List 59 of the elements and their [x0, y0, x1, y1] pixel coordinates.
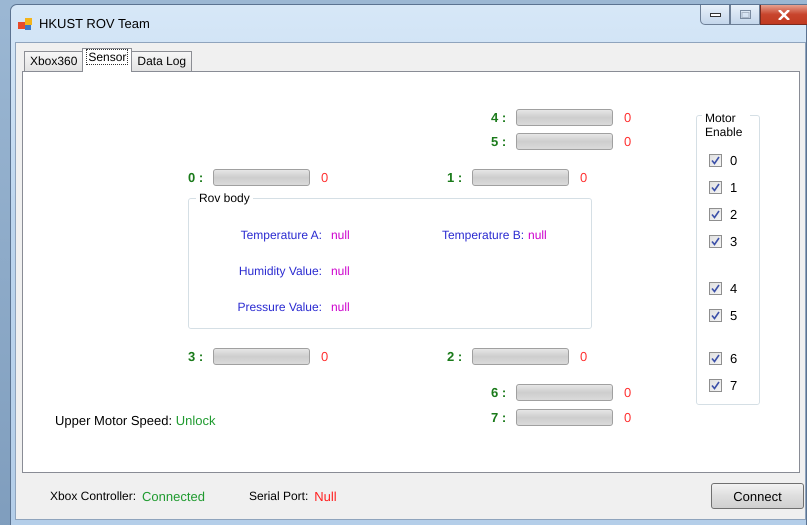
checkbox[interactable] — [709, 181, 722, 194]
status-value: Connected — [142, 488, 205, 504]
checkbox-label: 3 — [730, 234, 738, 250]
app-icon — [17, 16, 33, 32]
connect-button[interactable]: Connect — [711, 483, 804, 510]
tab[interactable]: Xbox360 — [24, 50, 84, 71]
tab[interactable]: Sensor — [82, 48, 132, 72]
motor-reading: 0 — [624, 134, 632, 150]
status-value: Null — [314, 488, 337, 504]
motor-reading: 0 — [580, 349, 588, 364]
motor-label: 2 : — [447, 349, 464, 364]
maximize-icon — [740, 10, 750, 19]
checkbox-label: 5 — [730, 308, 738, 324]
sensor-label: Temperature B: — [442, 228, 524, 242]
motor-label: 0 : — [188, 170, 204, 186]
motor-reading: 0 — [624, 410, 632, 426]
maximize-button[interactable] — [730, 5, 760, 25]
motor-label: 1 : — [447, 170, 464, 186]
motor-label: 7 : — [491, 410, 508, 426]
motor-reading: 0 — [624, 110, 632, 126]
sensor-value: null — [331, 300, 350, 314]
group-title: Motor Enable — [702, 110, 750, 139]
tab[interactable]: Data Log — [131, 50, 192, 71]
motor-label: 5 : — [491, 134, 508, 150]
status-label: Xbox Controller: — [50, 489, 136, 504]
motor-reading: 0 — [624, 385, 632, 400]
checkbox[interactable] — [709, 235, 722, 248]
checkbox-label: 6 — [730, 351, 738, 366]
checkbox-label: 1 — [730, 180, 738, 196]
sensor-value: null — [331, 228, 350, 242]
upper-motor-speed: Upper Motor Speed: Unlock — [55, 412, 216, 428]
motor-label: 3 : — [188, 349, 204, 364]
minimize-icon — [710, 12, 720, 16]
checkbox[interactable] — [709, 208, 722, 222]
sensor-label: Pressure Value: — [236, 300, 322, 314]
checkbox[interactable] — [709, 282, 722, 296]
status-label: Serial Port: — [248, 489, 308, 504]
minimize-button[interactable] — [700, 5, 730, 25]
checkbox-label: 0 — [730, 153, 738, 168]
checkbox[interactable] — [709, 309, 722, 322]
window-title: HKUST ROV Team — [39, 16, 150, 31]
motor-reading: 0 — [580, 170, 588, 186]
checkbox[interactable] — [709, 154, 722, 168]
close-button[interactable] — [760, 5, 807, 25]
motor-label: 6 : — [491, 385, 508, 400]
sensor-value: null — [331, 264, 350, 278]
close-icon — [778, 10, 790, 20]
motor-label: 4 : — [491, 110, 508, 126]
checkbox-label: 4 — [730, 281, 738, 296]
checkbox[interactable] — [709, 379, 722, 392]
checkbox[interactable] — [709, 352, 722, 366]
group-title: Rov body — [196, 190, 253, 205]
sensor-label: Temperature A: — [240, 228, 322, 242]
sensor-label: Humidity Value: — [238, 264, 322, 278]
motor-reading: 0 — [321, 349, 328, 364]
motor-reading: 0 — [321, 170, 328, 186]
sensor-value: null — [528, 228, 547, 242]
checkbox-label: 7 — [730, 378, 738, 394]
checkbox-label: 2 — [730, 207, 738, 222]
